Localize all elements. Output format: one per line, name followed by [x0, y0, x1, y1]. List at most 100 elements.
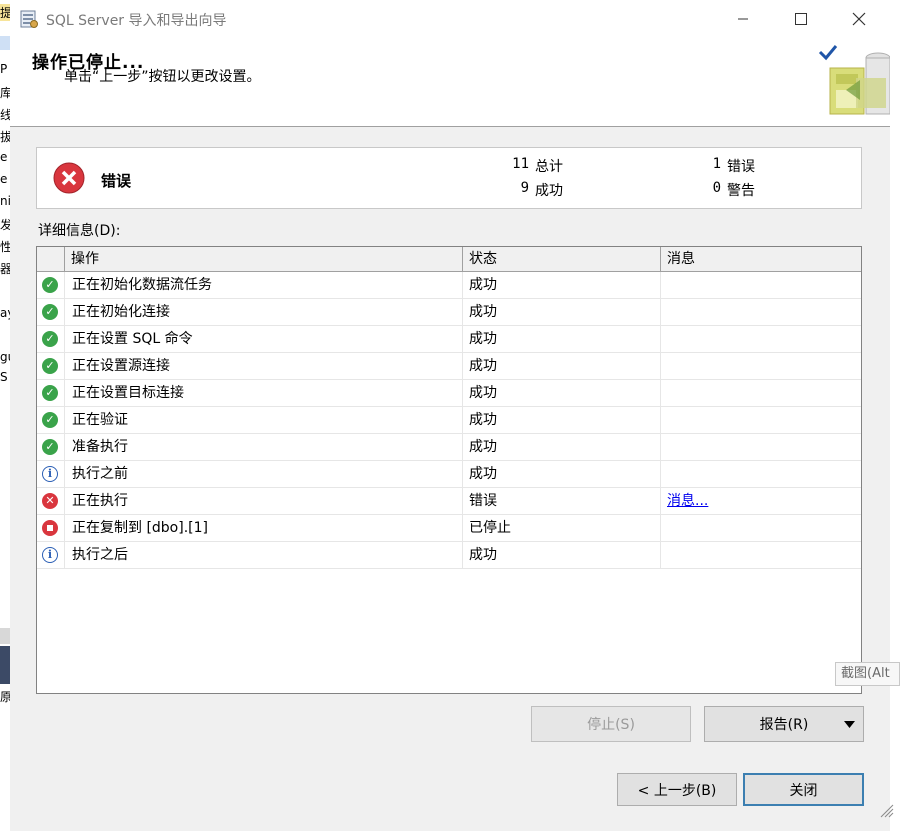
- total-count: 11: [512, 156, 529, 172]
- table-row[interactable]: ✓ 正在设置目标连接 成功: [37, 380, 861, 407]
- row-status: 成功: [463, 272, 661, 298]
- page-subtitle: 单击“上一步”按钮以更改设置。: [64, 69, 261, 85]
- row-icon-cell: i: [37, 461, 65, 487]
- row-message-cell: [661, 380, 861, 406]
- column-header-status[interactable]: 状态: [463, 247, 661, 271]
- summary-panel: 错误 11 总计 9 成功 1 错误 0 警告: [36, 147, 862, 209]
- bg-fragment: 提: [0, 4, 10, 21]
- warning-label: 警告: [727, 183, 755, 199]
- column-header-message[interactable]: 消息: [661, 247, 861, 271]
- success-icon: ✓: [42, 358, 58, 374]
- bg-fragment: e: [0, 172, 8, 186]
- row-message-cell: [661, 461, 861, 487]
- table-row[interactable]: ✓ 正在设置源连接 成功: [37, 353, 861, 380]
- back-button[interactable]: < 上一步(B): [617, 773, 737, 806]
- row-icon-cell: ✓: [37, 407, 65, 433]
- total-label: 总计: [535, 159, 563, 175]
- close-window-button[interactable]: [836, 0, 882, 38]
- table-row[interactable]: i 执行之后 成功: [37, 542, 861, 569]
- info-icon: i: [42, 466, 58, 482]
- row-message-cell: [661, 272, 861, 298]
- bg-fragment: 器: [0, 262, 10, 276]
- row-action: 准备执行: [65, 434, 463, 460]
- summary-status-label: 错误: [101, 172, 132, 190]
- row-icon-cell: ✓: [37, 299, 65, 325]
- grid-rows: ✓ 正在初始化数据流任务 成功 ✓ 正在初始化连接 成功 ✓ 正在设置 SQL 命令 成功 ✓ 正在…: [37, 272, 861, 569]
- table-row[interactable]: ✓ 正在验证 成功: [37, 407, 861, 434]
- row-action: 执行之前: [65, 461, 463, 487]
- row-action: 正在初始化连接: [65, 299, 463, 325]
- row-message-cell: 消息...: [661, 488, 861, 514]
- table-row[interactable]: i 执行之前 成功: [37, 461, 861, 488]
- table-row[interactable]: ✓ 准备执行 成功: [37, 434, 861, 461]
- column-header-action[interactable]: 操作: [65, 247, 463, 271]
- details-label: 详细信息(D):: [38, 223, 121, 239]
- close-button[interactable]: 关闭: [743, 773, 864, 806]
- row-message-cell: [661, 515, 861, 541]
- row-icon-cell: ✓: [37, 434, 65, 460]
- error-icon: [53, 162, 85, 194]
- row-message-cell: [661, 353, 861, 379]
- wizard-header: 操作已停止... 单击“上一步”按钮以更改设置。: [10, 38, 890, 127]
- table-row[interactable]: 正在复制到 [dbo].[1] 已停止: [37, 515, 861, 542]
- bg-fragment: gu: [0, 350, 10, 364]
- row-status: 成功: [463, 299, 661, 325]
- row-message-cell: [661, 299, 861, 325]
- row-icon-cell: ✓: [37, 353, 65, 379]
- bg-fragment: S: [0, 370, 8, 384]
- resize-grip-icon[interactable]: [876, 800, 894, 818]
- table-row[interactable]: ✓ 正在初始化连接 成功: [37, 299, 861, 326]
- column-header-icon[interactable]: [37, 247, 65, 271]
- bg-bar: [0, 628, 10, 644]
- row-icon-cell: ✕: [37, 488, 65, 514]
- details-grid[interactable]: 操作 状态 消息 ✓ 正在初始化数据流任务 成功 ✓ 正在初始化连接 成功 ✓ 正在设置 SQ…: [36, 246, 862, 694]
- stop-icon: [42, 520, 58, 536]
- wizard-window: SQL Server 导入和导出向导 操作已停止... 单击“上一步”按钮以更改…: [10, 0, 894, 831]
- bg-fragment: P: [0, 62, 8, 76]
- report-button-label: 报告(R): [759, 717, 809, 733]
- maximize-button[interactable]: [778, 0, 824, 38]
- error-count: 1: [712, 156, 721, 172]
- row-status: 成功: [463, 461, 661, 487]
- minimize-icon: [738, 18, 748, 20]
- row-action: 正在验证: [65, 407, 463, 433]
- stop-button[interactable]: 停止(S): [531, 706, 691, 742]
- row-action: 正在执行: [65, 488, 463, 514]
- bg-fragment: ni: [0, 194, 10, 208]
- error-label: 错误: [727, 159, 755, 175]
- success-icon: ✓: [42, 277, 58, 293]
- table-row[interactable]: ✓ 正在初始化数据流任务 成功: [37, 272, 861, 299]
- report-button[interactable]: 报告(R): [704, 706, 864, 742]
- app-icon: [20, 10, 38, 28]
- bg-fragment: 库: [0, 86, 10, 100]
- row-message-cell: [661, 326, 861, 352]
- bg-fragment: ay: [0, 306, 10, 320]
- success-count: 9: [520, 180, 529, 196]
- row-status: 成功: [463, 326, 661, 352]
- row-action: 正在设置 SQL 命令: [65, 326, 463, 352]
- row-message-cell: [661, 434, 861, 460]
- row-icon-cell: ✓: [37, 326, 65, 352]
- row-action: 正在设置目标连接: [65, 380, 463, 406]
- row-icon-cell: ✓: [37, 272, 65, 298]
- success-label: 成功: [535, 183, 563, 199]
- minimize-button[interactable]: [720, 0, 766, 38]
- table-row[interactable]: ✓ 正在设置 SQL 命令 成功: [37, 326, 861, 353]
- bg-fragment: 性: [0, 240, 10, 254]
- row-message-cell: [661, 542, 861, 568]
- error-icon: ✕: [42, 493, 58, 509]
- window-title: SQL Server 导入和导出向导: [46, 13, 227, 29]
- row-message-cell: [661, 407, 861, 433]
- row-status: 已停止: [463, 515, 661, 541]
- row-status: 成功: [463, 407, 661, 433]
- message-link[interactable]: 消息...: [667, 493, 708, 509]
- bg-bar: [0, 646, 10, 684]
- bg-fragment: 拔: [0, 130, 10, 144]
- row-icon-cell: [37, 515, 65, 541]
- bg-fragment: 线: [0, 108, 10, 122]
- table-row[interactable]: ✕ 正在执行 错误 消息...: [37, 488, 861, 515]
- bg-fragment: 发: [0, 218, 10, 232]
- row-status: 错误: [463, 488, 661, 514]
- success-icon: ✓: [42, 304, 58, 320]
- bg-fragment: [0, 36, 10, 50]
